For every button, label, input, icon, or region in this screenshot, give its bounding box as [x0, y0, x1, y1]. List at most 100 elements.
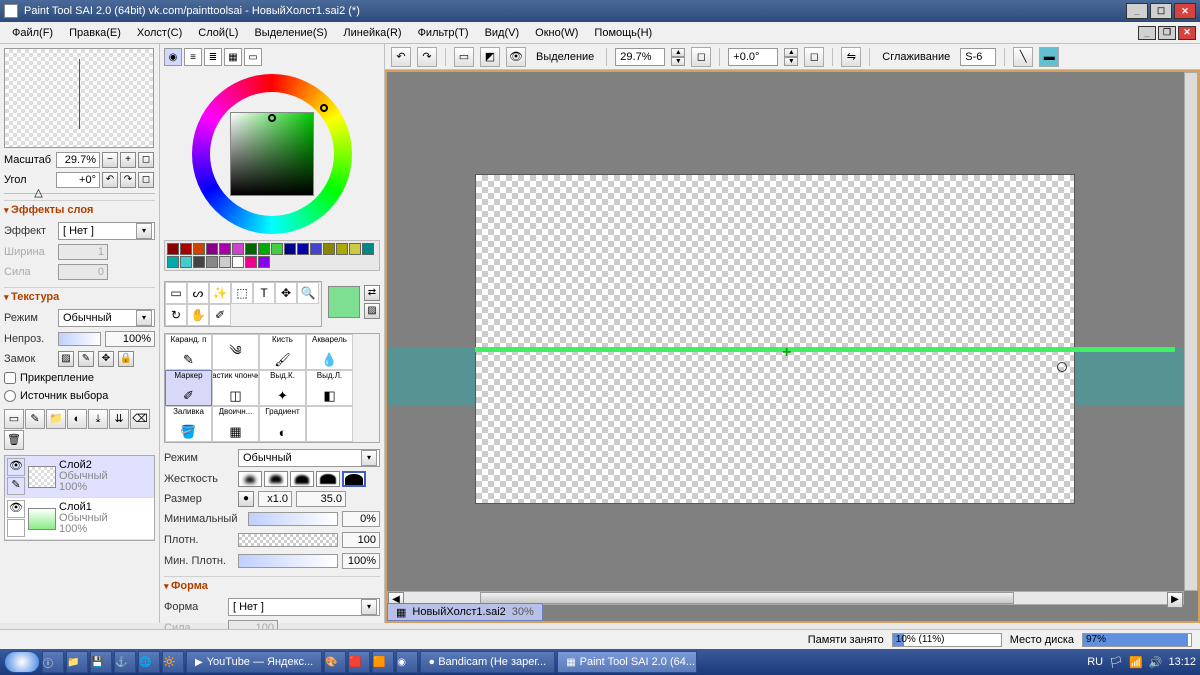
edit-icon[interactable]: ✎	[7, 477, 25, 495]
color-swatch[interactable]	[336, 243, 348, 255]
move-sel-tool[interactable]: ⬚	[231, 282, 253, 304]
transfer-down-button[interactable]: ⤓	[88, 409, 108, 429]
menu-layer[interactable]: Слой(L)	[190, 25, 246, 41]
angle-value[interactable]: +0°	[56, 172, 100, 188]
taskbar-item[interactable]: ▦ Paint Tool SAI 2.0 (64...	[557, 651, 697, 673]
new-folder-button[interactable]: 📁	[46, 409, 66, 429]
color-swatch[interactable]	[245, 256, 257, 268]
selection-handle[interactable]	[1057, 362, 1067, 372]
menu-window[interactable]: Окно(W)	[527, 25, 586, 41]
zoom-down-button[interactable]: ▼	[671, 57, 685, 66]
shape-tool-button[interactable]: ▬	[1039, 47, 1059, 67]
color-swatch[interactable]	[232, 256, 244, 268]
brush-cell[interactable]: Каранд. п✎	[165, 334, 212, 370]
zoom-field[interactable]: 29.7%	[615, 48, 665, 66]
hardness-option[interactable]	[342, 471, 366, 487]
clear-layer-button[interactable]: ⌫	[130, 409, 150, 429]
new-linework-button[interactable]: ✎	[25, 409, 45, 429]
brush-cell-empty[interactable]	[306, 406, 353, 442]
hardness-option[interactable]	[316, 471, 340, 487]
brush-cell[interactable]: Градиент◐	[259, 406, 306, 442]
deselect-button[interactable]: ▭	[454, 47, 474, 67]
color-swatch[interactable]	[297, 243, 309, 255]
color-swatch[interactable]	[193, 256, 205, 268]
shape-combo[interactable]: [ Нет ]	[228, 598, 380, 616]
lang-indicator[interactable]: RU	[1087, 656, 1103, 668]
color-swatch[interactable]	[349, 243, 361, 255]
color-swatch[interactable]	[206, 256, 218, 268]
color-swatch[interactable]	[245, 243, 257, 255]
lock-move-icon[interactable]: ✥	[98, 351, 114, 367]
menu-view[interactable]: Вид(V)	[477, 25, 528, 41]
doc-close-button[interactable]: ✕	[1178, 26, 1196, 40]
zoom-out-button[interactable]: −	[102, 152, 118, 168]
delete-layer-button[interactable]: 🗑	[4, 430, 24, 450]
picker-tool[interactable]: ✐	[209, 304, 231, 326]
blendmode-combo[interactable]: Обычный	[58, 309, 155, 327]
opacity-value[interactable]: 100%	[105, 331, 155, 347]
brush-cell[interactable]: Выд.К.✦	[259, 370, 306, 406]
angle-field[interactable]: +0.0°	[728, 48, 778, 66]
color-swatch[interactable]	[180, 256, 192, 268]
source-radio[interactable]: Источник выбора	[4, 390, 155, 402]
zoom-up-button[interactable]: ▲	[671, 48, 685, 57]
menu-selection[interactable]: Выделение(S)	[246, 25, 335, 41]
undo-button[interactable]: ↶	[391, 47, 411, 67]
transparent-icon[interactable]: ▨	[364, 303, 380, 319]
maximize-button[interactable]: ☐	[1150, 3, 1172, 19]
hardness-option[interactable]	[290, 471, 314, 487]
rect-select-tool[interactable]: ▭	[165, 282, 187, 304]
hand-tool[interactable]: ✋	[187, 304, 209, 326]
sv-picker[interactable]	[230, 112, 314, 196]
show-sel-button[interactable]: 👁	[506, 47, 526, 67]
hardness-option[interactable]	[238, 471, 262, 487]
brush-cell[interactable]: Выд.Л.◧	[306, 370, 353, 406]
lock-pixel-icon[interactable]: ✎	[78, 351, 94, 367]
merge-down-button[interactable]: ⇊	[109, 409, 129, 429]
menu-file[interactable]: Файл(F)	[4, 25, 61, 41]
wand-tool[interactable]: ✨	[209, 282, 231, 304]
color-swatch[interactable]	[219, 256, 231, 268]
pinned-icon[interactable]: 🔆	[162, 651, 184, 673]
scale-value[interactable]: 29.7%	[56, 152, 100, 168]
color-swatch[interactable]	[193, 243, 205, 255]
new-mask-button[interactable]: ◐	[67, 409, 87, 429]
angle-reset-button[interactable]: ◻	[804, 47, 824, 67]
brush-cell[interactable]: Ластик чпончка◫	[212, 370, 259, 406]
brushmode-combo[interactable]: Обычный	[238, 449, 380, 467]
new-layer-button[interactable]: ▭	[4, 409, 24, 429]
color-swatch[interactable]	[362, 243, 374, 255]
taskbar-item[interactable]: ⏺ Bandicam (Не зарег...	[420, 651, 555, 673]
hardness-option[interactable]	[264, 471, 288, 487]
current-color-swatch[interactable]	[328, 286, 360, 318]
pinned-icon[interactable]: ⚓	[114, 651, 136, 673]
color-swatch[interactable]	[258, 243, 270, 255]
color-swatch[interactable]	[167, 243, 179, 255]
vertical-scrollbar[interactable]	[1184, 72, 1198, 591]
effect-combo[interactable]: [ Нет ]	[58, 222, 155, 240]
canvas[interactable]	[475, 174, 1075, 504]
pinned-icon[interactable]: 🟥	[348, 651, 370, 673]
pinned-icon[interactable]: ⓘ	[42, 651, 64, 673]
menu-edit[interactable]: Правка(E)	[61, 25, 129, 41]
layer-item[interactable]: 👁 Слой1 Обычный 100%	[5, 498, 154, 540]
swatch-mode-icon[interactable]: ▦	[224, 48, 242, 66]
color-swatch[interactable]	[310, 243, 322, 255]
color-swatch[interactable]	[258, 256, 270, 268]
doc-restore-button[interactable]: ❐	[1158, 26, 1176, 40]
zoom-fit-button[interactable]: ◻	[691, 47, 711, 67]
density-value[interactable]: 100	[342, 532, 380, 548]
menu-canvas[interactable]: Холст(C)	[129, 25, 190, 41]
zoom-in-button[interactable]: +	[120, 152, 136, 168]
menu-ruler[interactable]: Линейка(R)	[335, 25, 409, 41]
redo-button[interactable]: ↷	[417, 47, 437, 67]
color-wheel[interactable]	[192, 74, 352, 234]
size-mult[interactable]: x1.0	[258, 491, 292, 507]
colorwheel-mode-icon[interactable]: ◉	[164, 48, 182, 66]
text-tool[interactable]: T	[253, 282, 275, 304]
density-slider[interactable]	[238, 533, 338, 547]
angle-down-button[interactable]: ▼	[784, 57, 798, 66]
color-swatch[interactable]	[323, 243, 335, 255]
rotate-tool[interactable]: ↻	[165, 304, 187, 326]
minimize-button[interactable]: _	[1126, 3, 1148, 19]
